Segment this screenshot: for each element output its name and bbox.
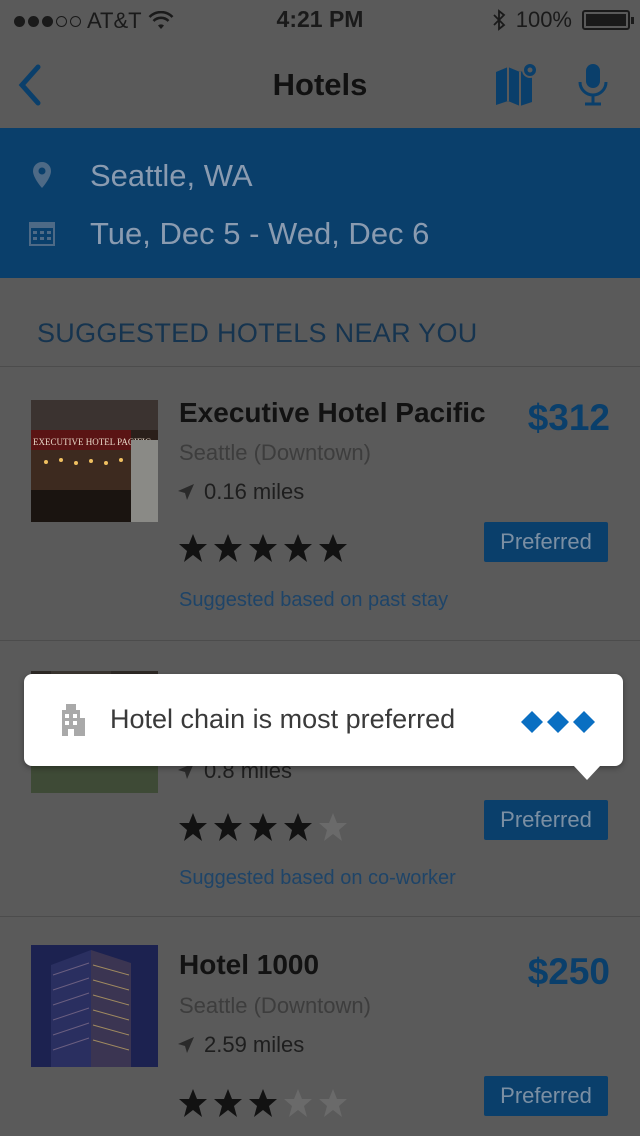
star-filled-icon: [214, 1089, 242, 1117]
star-filled-icon: [249, 534, 277, 562]
search-criteria-panel[interactable]: Seattle, WA Tue, Dec 5 - Wed, Dec 6: [0, 128, 640, 278]
hotel-location: Seattle (Downtown): [179, 440, 371, 465]
diamond-icon: [573, 711, 595, 733]
hotel-price: $250: [527, 951, 610, 992]
page-title: Hotels: [272, 67, 368, 102]
preference-level-indicator: [520, 710, 596, 734]
star-filled-icon: [319, 534, 347, 562]
star-rating: [178, 533, 348, 563]
status-bar: AT&T 4:21 PM 100%: [0, 0, 640, 40]
star-filled-icon: [214, 534, 242, 562]
date-range-text: Tue, Dec 5 - Wed, Dec 6: [90, 216, 430, 251]
star-filled-icon: [179, 1089, 207, 1117]
star-empty-icon: [319, 1089, 347, 1117]
diamond-icon: [547, 711, 569, 733]
hotel-distance: 2.59 miles: [176, 1032, 304, 1058]
hotel-price: $312: [527, 397, 610, 438]
tooltip-message: Hotel chain is most preferred: [110, 704, 456, 734]
star-filled-icon: [179, 534, 207, 562]
section-title: SUGGESTED HOTELS NEAR YOU: [37, 318, 478, 348]
star-filled-icon: [249, 813, 277, 841]
preference-tooltip[interactable]: Hotel chain is most preferred: [24, 674, 623, 780]
suggestion-link[interactable]: Suggested based on co-worker: [179, 867, 456, 890]
hotel-name[interactable]: Executive Hotel Pacific: [179, 397, 486, 429]
hotel-card[interactable]: Hotel 1000 $250 Seattle (Downtown) 2.59 …: [0, 917, 640, 1136]
star-filled-icon: [249, 1089, 277, 1117]
navigation-arrow-icon: [178, 1037, 194, 1053]
location-pin-icon: [33, 162, 51, 188]
hotel-location: Seattle (Downtown): [179, 993, 371, 1018]
star-filled-icon: [179, 813, 207, 841]
star-rating: [178, 812, 348, 842]
star-filled-icon: [214, 813, 242, 841]
date-row[interactable]: Tue, Dec 5 - Wed, Dec 6: [0, 214, 640, 254]
hotel-name[interactable]: Hotel 1000: [179, 949, 319, 981]
microphone-icon[interactable]: [576, 62, 610, 108]
preferred-badge: Preferred: [484, 522, 608, 562]
battery-percent: 100%: [515, 7, 572, 32]
hotel-photo: EXECUTIVE HOTEL PACIFIC: [31, 400, 158, 522]
preferred-badge: Preferred: [484, 1076, 608, 1116]
navigation-arrow-icon: [178, 484, 194, 500]
calendar-icon: [29, 222, 55, 246]
preferred-badge: Preferred: [484, 800, 608, 840]
hotel-card[interactable]: EXECUTIVE HOTEL PACIFIC Executive Hotel …: [0, 367, 640, 640]
hotel-distance: 0.16 miles: [176, 479, 304, 505]
hotel-photo: [31, 945, 158, 1067]
location-row[interactable]: Seattle, WA: [0, 156, 640, 196]
location-text: Seattle, WA: [90, 158, 253, 193]
diamond-icon: [521, 711, 543, 733]
star-empty-icon: [284, 1089, 312, 1117]
star-rating: [178, 1088, 348, 1118]
building-icon: [62, 704, 85, 736]
tooltip-pointer: [573, 765, 601, 780]
battery-icon: [582, 10, 634, 30]
star-empty-icon: [319, 813, 347, 841]
map-pin-icon[interactable]: [494, 62, 540, 106]
distance-text: 0.16 miles: [204, 479, 305, 504]
distance-text: 2.59 miles: [204, 1032, 305, 1057]
bluetooth-icon: [493, 9, 506, 31]
navigation-bar: Hotels: [0, 40, 640, 128]
suggestion-link[interactable]: Suggested based on past stay: [179, 589, 448, 612]
star-filled-icon: [284, 813, 312, 841]
star-filled-icon: [284, 534, 312, 562]
